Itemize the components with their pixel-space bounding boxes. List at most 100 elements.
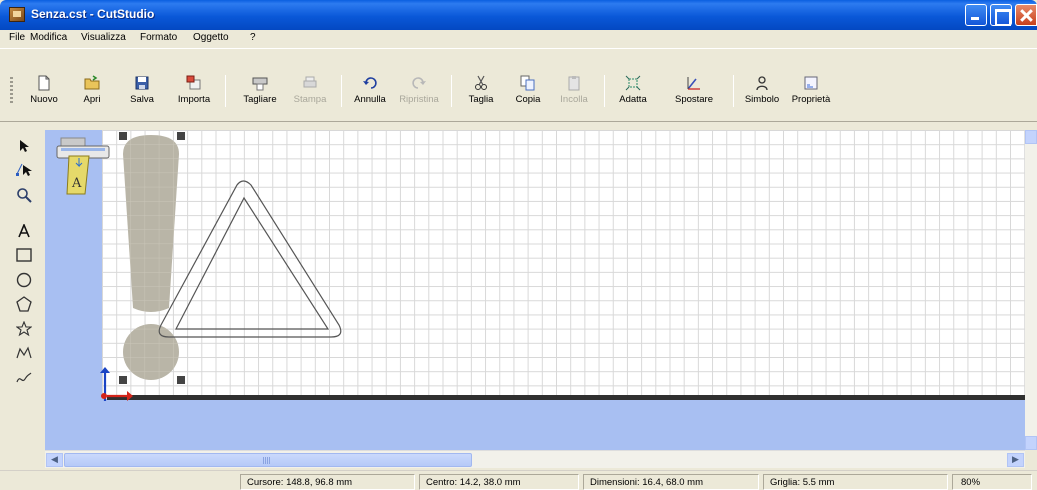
save-label: Salva — [130, 94, 154, 105]
svg-text:A: A — [71, 176, 82, 191]
zoom-level: 80% — [952, 474, 1032, 490]
polyline-icon — [16, 346, 32, 359]
cut-label: Taglia — [468, 94, 494, 105]
undo-button[interactable]: Annulla — [350, 75, 390, 109]
menu-modifica[interactable]: Modifica — [30, 32, 67, 43]
node-edit-icon — [16, 163, 32, 176]
window-title: Senza.cst - CutStudio — [31, 7, 155, 21]
properties-button[interactable]: Proprietà — [785, 75, 837, 109]
text-tool[interactable] — [14, 221, 34, 241]
rectangle-icon — [16, 248, 32, 262]
fit-icon — [625, 75, 641, 91]
copy-label: Copia — [515, 94, 541, 105]
triangle-shape[interactable] — [155, 175, 355, 345]
horizontal-scrollbar[interactable]: ◀ ▶ — [45, 450, 1025, 468]
scroll-down-button[interactable] — [1025, 436, 1037, 450]
origin-marker-icon — [100, 367, 133, 401]
menu-bar: File Modifica Visualizza Formato Oggetto… — [0, 30, 1037, 47]
cursor-position: Cursore: 148.8, 96.8 mm — [240, 474, 415, 490]
undo-label: Annulla — [354, 94, 386, 105]
move-icon — [687, 77, 700, 90]
new-button[interactable]: Nuovo — [24, 75, 64, 109]
cut-plotter-button[interactable]: Tagliare — [236, 75, 284, 109]
toolbar: Nuovo Apri Salva Importa Tagliare Stampa… — [0, 48, 1037, 122]
polyline-tool[interactable] — [14, 343, 34, 363]
fit-label: Adatta — [619, 94, 647, 105]
open-label: Apri — [83, 94, 101, 105]
plotter-origin-icon[interactable]: A — [55, 132, 113, 198]
media-baseline — [107, 395, 1025, 400]
redo-icon — [412, 77, 426, 89]
copy-icon — [520, 75, 535, 91]
properties-label: Proprietà — [791, 94, 831, 105]
app-icon[interactable] — [9, 7, 25, 22]
polygon-icon — [16, 296, 32, 312]
import-button[interactable]: Importa — [171, 75, 217, 109]
minimize-button[interactable] — [965, 4, 987, 26]
star-icon — [16, 321, 32, 337]
title-bar: Senza.cst - CutStudio — [0, 0, 1037, 30]
node-edit-tool[interactable] — [14, 160, 34, 180]
print-icon — [303, 76, 317, 88]
symbol-button[interactable]: Simbolo — [740, 75, 784, 109]
paste-button[interactable]: Incolla — [553, 75, 595, 109]
vertical-scrollbar[interactable] — [1025, 130, 1037, 450]
ellipse-icon — [16, 272, 32, 288]
move-button[interactable]: Spostare — [668, 75, 720, 109]
toolbar-separator — [225, 75, 226, 107]
print-button[interactable]: Stampa — [288, 75, 332, 109]
star-tool[interactable] — [14, 319, 34, 339]
copy-button[interactable]: Copia — [509, 75, 547, 109]
horizontal-scroll-thumb[interactable] — [64, 453, 472, 467]
menu-visualizza[interactable]: Visualizza — [81, 32, 126, 43]
cut-button[interactable]: Taglia — [462, 75, 500, 109]
paste-label: Incolla — [560, 94, 588, 105]
rectangle-tool[interactable] — [14, 245, 34, 265]
scroll-left-button[interactable]: ◀ — [46, 453, 63, 467]
toolbar-separator — [341, 75, 342, 107]
save-button[interactable]: Salva — [122, 75, 162, 109]
close-button[interactable] — [1015, 4, 1037, 26]
symbol-label: Simbolo — [744, 94, 780, 105]
select-arrow-icon — [20, 140, 29, 152]
scissors-icon — [475, 75, 487, 90]
tool-palette — [10, 130, 40, 460]
paste-icon — [568, 76, 580, 91]
polygon-tool[interactable] — [14, 294, 34, 314]
open-folder-icon — [84, 75, 100, 90]
fit-button[interactable]: Adatta — [611, 75, 655, 109]
open-button[interactable]: Apri — [72, 75, 112, 109]
curve-tool[interactable] — [14, 368, 34, 388]
menu-formato[interactable]: Formato — [140, 32, 177, 43]
toolbar-separator — [451, 75, 452, 107]
text-icon — [18, 224, 30, 238]
redo-label: Ripristina — [399, 94, 439, 105]
drawing-canvas[interactable]: A — [45, 130, 1025, 450]
scroll-up-button[interactable] — [1025, 130, 1037, 144]
select-tool[interactable] — [14, 136, 34, 156]
menu-help[interactable]: ? — [250, 32, 256, 43]
toolbar-separator — [604, 75, 605, 107]
curve-icon — [16, 372, 32, 383]
plotter-icon — [252, 77, 268, 91]
import-label: Importa — [177, 94, 211, 105]
new-label: Nuovo — [30, 94, 58, 105]
ellipse-tool[interactable] — [14, 270, 34, 290]
dimensions: Dimensioni: 16.4, 68.0 mm — [583, 474, 759, 490]
print-label: Stampa — [293, 94, 327, 105]
zoom-tool[interactable] — [14, 185, 34, 205]
symbol-person-icon — [756, 76, 768, 91]
new-document-icon — [38, 75, 50, 91]
move-label: Spostare — [674, 94, 714, 105]
toolbar-separator — [733, 75, 734, 107]
maximize-button[interactable] — [990, 4, 1012, 26]
menu-file[interactable]: File — [9, 32, 25, 43]
scroll-right-button[interactable]: ▶ — [1007, 453, 1024, 467]
import-icon — [186, 75, 201, 90]
undo-icon — [363, 77, 377, 89]
status-bar: Cursore: 148.8, 96.8 mm Centro: 14.2, 38… — [0, 470, 1037, 490]
center-position: Centro: 14.2, 38.0 mm — [419, 474, 579, 490]
redo-button[interactable]: Ripristina — [394, 75, 444, 109]
menu-oggetto[interactable]: Oggetto — [193, 32, 229, 43]
toolbar-grip[interactable] — [10, 77, 13, 103]
